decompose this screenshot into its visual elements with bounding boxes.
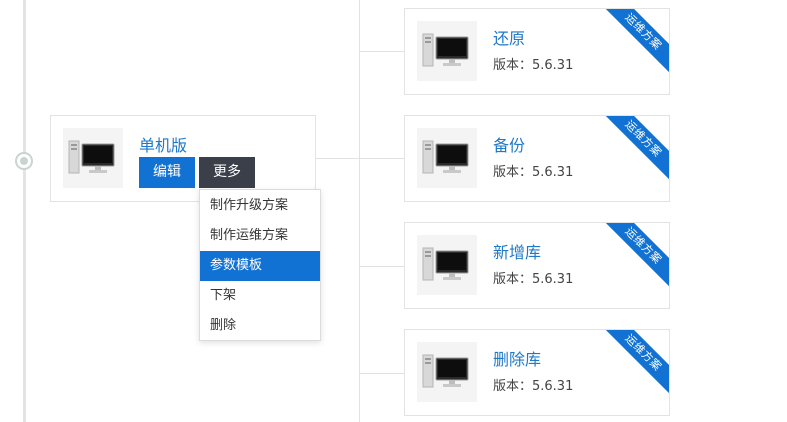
menu-item-unlist[interactable]: 下架 <box>200 281 320 311</box>
tree-connector-branch <box>360 51 404 52</box>
plan-version: 版本：5.6.31 <box>493 165 574 180</box>
computer-icon <box>417 342 477 402</box>
plan-version: 版本：5.6.31 <box>493 272 574 287</box>
plan-card: 新增库 版本：5.6.31 运维方案 <box>404 222 670 309</box>
plan-version: 版本：5.6.31 <box>493 58 574 73</box>
menu-item-parameter-template[interactable]: 参数模板 <box>200 251 320 281</box>
timeline-line <box>23 0 26 422</box>
computer-icon <box>63 128 123 188</box>
edit-button[interactable]: 编辑 <box>139 157 195 188</box>
menu-item-create-ops-plan[interactable]: 制作运维方案 <box>200 221 320 251</box>
plan-title[interactable]: 备份 <box>493 132 525 156</box>
plan-card: 删除库 版本：5.6.31 运维方案 <box>404 329 670 416</box>
menu-item-create-upgrade-plan[interactable]: 制作升级方案 <box>200 191 320 221</box>
tree-connector-main <box>316 158 360 159</box>
ops-plan-ribbon: 运维方案 <box>599 116 669 183</box>
more-dropdown-menu: 制作升级方案 制作运维方案 参数模板 下架 删除 <box>199 189 321 341</box>
plan-card: 还原 版本：5.6.31 运维方案 <box>404 8 670 95</box>
ops-plan-ribbon: 运维方案 <box>599 223 669 290</box>
plan-title[interactable]: 还原 <box>493 25 525 49</box>
plan-version: 版本：5.6.31 <box>493 379 574 394</box>
ops-plan-ribbon: 运维方案 <box>599 330 669 397</box>
plan-title[interactable]: 删除库 <box>493 346 541 370</box>
computer-icon <box>417 21 477 81</box>
tree-connector-vertical <box>359 0 360 422</box>
tree-connector-branch <box>360 158 404 159</box>
menu-item-delete[interactable]: 删除 <box>200 311 320 341</box>
plan-card: 备份 版本：5.6.31 运维方案 <box>404 115 670 202</box>
product-title[interactable]: 单机版 <box>139 132 187 156</box>
tree-connector-branch <box>360 266 404 267</box>
timeline-node <box>15 152 33 170</box>
computer-icon <box>417 235 477 295</box>
more-button[interactable]: 更多 <box>199 157 255 188</box>
plan-title[interactable]: 新增库 <box>493 239 541 263</box>
ops-plan-ribbon: 运维方案 <box>599 9 669 76</box>
computer-icon <box>417 128 477 188</box>
tree-connector-branch <box>360 373 404 374</box>
